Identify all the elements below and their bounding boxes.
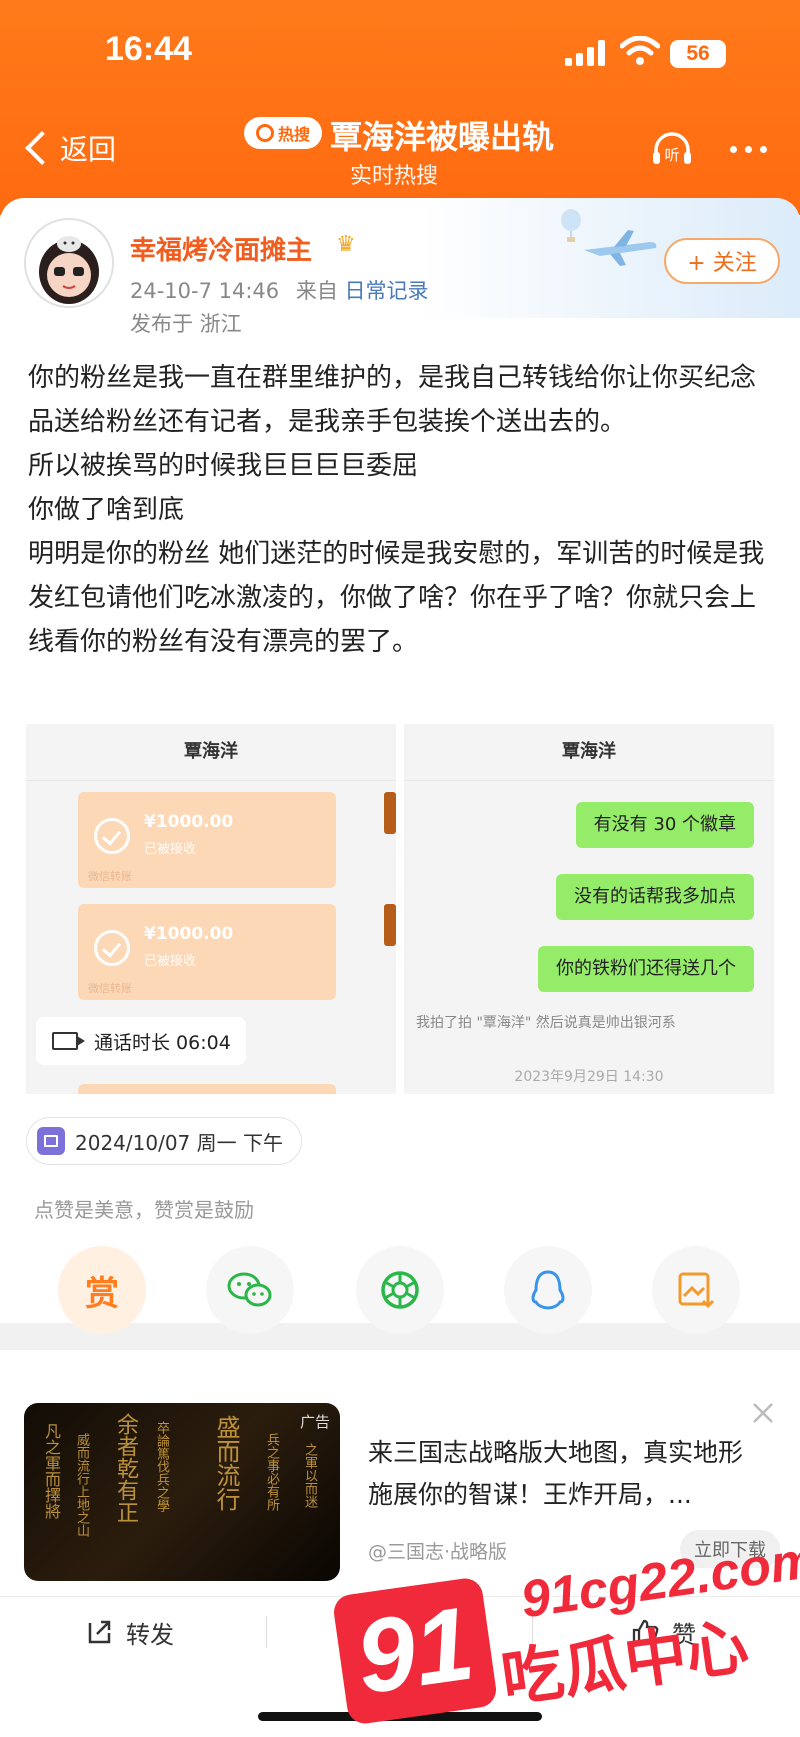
call-duration: 通话时长 06:04 [94, 1031, 231, 1054]
repost-label: 转发 [126, 1620, 174, 1649]
chat-header: 覃海洋 [404, 724, 774, 781]
more-options-icon[interactable] [730, 135, 780, 163]
chat-bubble: 有没有 30 个徽章 [575, 802, 754, 848]
pat-notice: 我拍了拍 "覃海洋" 然后说真是帅出银河系 [416, 1015, 676, 1031]
post-body: 你的粉丝是我一直在群里维护的，是我自己转钱给你让你买纪念品送给粉丝还有记者，是我… [28, 356, 778, 664]
post-paragraph: 明明是你的粉丝 她们迷茫的时候是我安慰的，军训苦的时候是我发红包请他们吃冰激凌的… [28, 539, 765, 657]
post-location: 发布于 浙江 [130, 312, 242, 336]
share-row: 赏 [0, 1246, 800, 1336]
transfer-amount: ¥1000.00 [144, 924, 234, 944]
back-button[interactable]: 返回 [22, 128, 116, 168]
follow-button[interactable]: + 关注 [664, 238, 780, 284]
watermark-logo: 91 [331, 1576, 499, 1726]
crown-badge-icon: ♛ [336, 232, 356, 257]
chat-avatar-thumb [384, 904, 396, 946]
wifi-icon [620, 36, 660, 65]
post-timestamp: 24-10-7 14:46 [130, 279, 280, 303]
post-paragraph: 你做了啥到底 [28, 495, 185, 525]
post-image-right[interactable]: 覃海洋 有没有 30 个徽章 没有的话帮我多加点 你的铁粉们还得送几个 我拍了拍… [404, 724, 774, 1094]
repost-button[interactable]: 转发 [84, 1612, 174, 1652]
wechat-icon [227, 1272, 272, 1307]
check-circle-icon [94, 818, 130, 854]
video-call-icon [52, 1032, 85, 1050]
reward-button[interactable]: 赏 [58, 1246, 146, 1334]
praise-text: 点赞是美意，赞赏是鼓励 [34, 1198, 254, 1222]
divider [266, 1616, 267, 1648]
chat-timestamp: 2023年9月29日 14:30 [514, 1069, 664, 1085]
transfer-type: 微信转账 [88, 982, 132, 995]
transfer-card: ¥1000.00 已被接收 微信转账 [78, 792, 336, 888]
battery-indicator: 56 [670, 40, 726, 68]
page-subtitle: 实时热搜 [350, 164, 439, 189]
transfer-card: ¥1000.00 已被接收 微信转账 [78, 904, 336, 1000]
transfer-type: 微信转账 [88, 870, 132, 883]
transfer-amount: ¥1000.00 [144, 812, 234, 832]
repost-icon [88, 1620, 111, 1644]
listen-label: 听 [664, 146, 679, 164]
avatar[interactable] [24, 218, 114, 308]
chat-avatar-thumb [384, 792, 396, 834]
wechat-share-button[interactable] [206, 1246, 294, 1334]
back-label: 返回 [60, 133, 117, 166]
ad-image[interactable]: 凡之軍而擇將 威而流行上地之山 余者乾有正 卒論篤伐兵之學 盛而流行 兵之事必有… [24, 1403, 340, 1581]
moments-share-button[interactable] [356, 1246, 444, 1334]
ad-source: @三国志·战略版 [368, 1541, 508, 1563]
close-icon[interactable] [750, 1400, 776, 1426]
avatar-cartoon-icon [26, 220, 112, 306]
headphones-icon[interactable]: 听 [650, 130, 694, 168]
date-text: 2024/10/07 周一 下午 [75, 1130, 283, 1155]
call-duration-pill: 通话时长 06:04 [36, 1017, 246, 1065]
moments-icon [381, 1271, 419, 1309]
chat-bubble: 没有的话帮我多加点 [556, 874, 754, 920]
qq-icon [531, 1270, 565, 1310]
date-pill[interactable]: 2024/10/07 周一 下午 [26, 1117, 302, 1165]
transfer-status: 已被接收 [144, 954, 197, 969]
hot-search-badge: 热搜 [244, 117, 322, 149]
search-icon [255, 124, 274, 142]
post-paragraph: 你的粉丝是我一直在群里维护的，是我自己转钱给你让你买纪念品送给粉丝还有记者，是我… [28, 363, 757, 437]
chevron-left-icon [25, 131, 59, 165]
save-image-icon [678, 1272, 715, 1309]
page-title: 覃海洋被曝出轨 [330, 118, 555, 156]
hot-badge-label: 热搜 [277, 125, 310, 144]
username[interactable]: 幸福烤冷面摊主 [130, 230, 312, 267]
chat-bubble: 你的铁粉们还得送几个 [538, 946, 754, 992]
post-meta: 24-10-7 14:46 来自 日常记录 [130, 275, 429, 305]
qq-share-button[interactable] [504, 1246, 592, 1334]
plane-icon [584, 230, 657, 266]
post-paragraph: 所以被挨骂的时候我巨巨巨巨委屈 [28, 451, 419, 481]
chat-header: 覃海洋 [26, 724, 396, 781]
signal-icon [565, 40, 609, 66]
calendar-icon [37, 1127, 65, 1155]
status-time: 16:44 [105, 30, 192, 68]
reward-label: 赏 [85, 1273, 119, 1314]
post-source-link[interactable]: 日常记录 [345, 279, 429, 303]
transfer-card-partial [78, 1084, 336, 1094]
save-image-button[interactable] [652, 1246, 740, 1334]
check-circle-icon [94, 930, 130, 966]
source-prefix: 来自 [295, 279, 338, 303]
ad-title[interactable]: 来三国志战略版大地图，真实地形施展你的智谋！王炸开局，... [368, 1432, 758, 1516]
transfer-status: 已被接收 [144, 842, 197, 857]
ad-tag: 广告 [299, 1413, 330, 1431]
